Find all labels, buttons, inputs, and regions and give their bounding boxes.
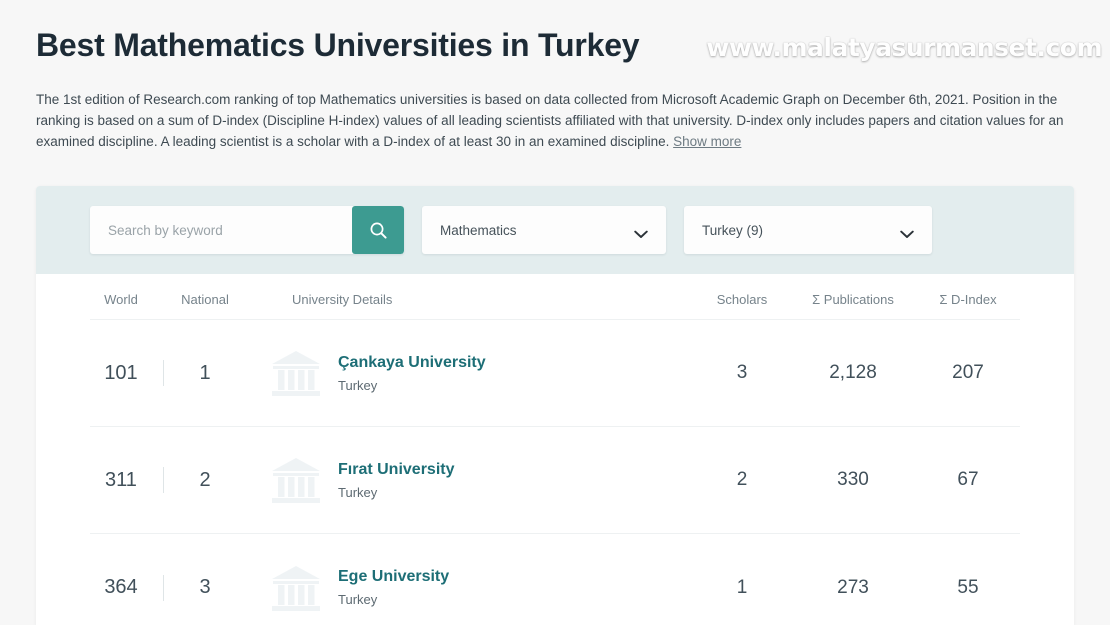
table-row[interactable]: 101 1 Çankaya University Turkey 3 2,128 … (90, 320, 1020, 427)
table-header-row: World National University Details Schola… (90, 274, 1020, 320)
column-divider (162, 467, 164, 493)
chevron-down-icon (634, 226, 648, 238)
column-header-national[interactable]: National (174, 292, 236, 307)
table-row[interactable]: 364 3 Ege University Turkey 1 273 55 (90, 534, 1020, 625)
scholars-value: 3 (736, 362, 748, 383)
publications-value: 2,128 (829, 362, 877, 383)
university-name-link[interactable]: Çankaya University (338, 353, 486, 372)
chevron-down-icon (900, 226, 914, 238)
intro-paragraph: The 1st edition of Research.com ranking … (36, 90, 1081, 152)
ranking-table: World National University Details Schola… (36, 274, 1074, 625)
intro-text: The 1st edition of Research.com ranking … (36, 92, 1064, 149)
search-button[interactable] (352, 206, 404, 254)
publications-value: 330 (837, 469, 869, 490)
world-rank: 364 (104, 576, 138, 598)
search-icon (369, 221, 388, 240)
university-building-icon (268, 347, 324, 399)
discipline-select-value: Mathematics (440, 222, 517, 238)
country-select[interactable]: Turkey (9) (684, 206, 932, 254)
dindex-value: 55 (957, 576, 979, 598)
search-group (90, 206, 404, 254)
university-building-icon (268, 454, 324, 506)
university-name-link[interactable]: Ege University (338, 567, 449, 586)
ranking-card: Mathematics Turkey (9) World (36, 186, 1074, 625)
site-watermark: www.malatyasurmanset.com (706, 33, 1102, 62)
search-input[interactable] (90, 206, 352, 254)
world-rank: 101 (104, 361, 138, 384)
column-header-world[interactable]: World (90, 292, 152, 307)
column-header-dindex[interactable]: Σ D-Index (916, 292, 1020, 307)
column-divider (162, 574, 164, 601)
filter-bar: Mathematics Turkey (9) (36, 186, 1074, 274)
scholars-value: 2 (736, 469, 748, 490)
national-rank: 2 (199, 468, 211, 491)
column-header-details: University Details (292, 292, 393, 307)
column-header-publications[interactable]: Σ Publications (790, 292, 916, 307)
dindex-value: 67 (957, 469, 979, 490)
university-country: Turkey (338, 484, 378, 500)
country-select-value: Turkey (9) (702, 222, 764, 238)
column-header-scholars[interactable]: Scholars (694, 292, 790, 307)
table-rows-host: 101 1 Çankaya University Turkey 3 2,128 … (90, 320, 1020, 625)
discipline-select[interactable]: Mathematics (422, 206, 666, 254)
column-divider (162, 360, 164, 386)
university-name-link[interactable]: Fırat University (338, 460, 454, 479)
scholars-value: 1 (736, 576, 748, 598)
world-rank: 311 (105, 468, 137, 491)
show-more-link[interactable]: Show more (673, 134, 741, 149)
university-country: Turkey (338, 592, 378, 607)
national-rank: 1 (199, 361, 211, 384)
university-building-icon (268, 562, 324, 614)
page-title: Best Mathematics Universities in Turkey (36, 27, 640, 63)
university-country: Turkey (338, 377, 378, 393)
page-root: www.malatyasurmanset.com Best Mathematic… (0, 0, 1110, 625)
publications-value: 273 (837, 576, 869, 598)
table-row[interactable]: 311 2 Fırat University Turkey 2 330 67 (90, 427, 1020, 534)
dindex-value: 207 (952, 362, 984, 383)
national-rank: 3 (199, 576, 211, 598)
